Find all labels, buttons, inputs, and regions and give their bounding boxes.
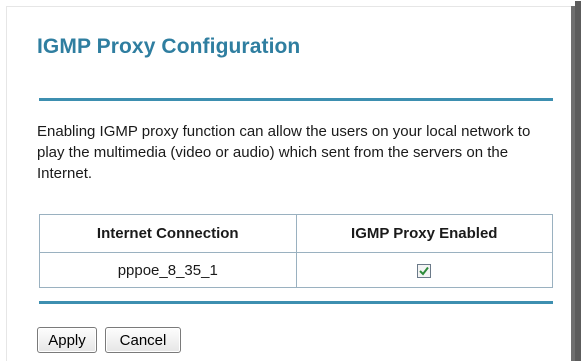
- apply-button[interactable]: Apply: [37, 327, 97, 353]
- column-header-igmp-proxy-enabled: IGMP Proxy Enabled: [295, 214, 553, 253]
- checkmark-icon: [419, 266, 430, 276]
- column-header-internet-connection: Internet Connection: [39, 214, 297, 253]
- table-header-row: Internet Connection IGMP Proxy Enabled: [39, 214, 553, 253]
- igmp-proxy-table: Internet Connection IGMP Proxy Enabled p…: [39, 214, 553, 288]
- buttons-divider: [39, 301, 553, 304]
- page-title: IGMP Proxy Configuration: [37, 35, 301, 58]
- proxy-enabled-cell: [295, 252, 553, 288]
- page-description: Enabling IGMP proxy function can allow t…: [37, 123, 531, 182]
- igmp-proxy-enabled-checkbox[interactable]: [417, 263, 432, 278]
- table-row: pppoe_8_35_1: [39, 252, 553, 288]
- title-divider: [39, 98, 553, 101]
- config-panel: IGMP Proxy Configuration Enabling IGMP p…: [6, 1, 581, 361]
- cancel-button[interactable]: Cancel: [105, 327, 181, 353]
- connection-name-cell: pppoe_8_35_1: [39, 252, 297, 288]
